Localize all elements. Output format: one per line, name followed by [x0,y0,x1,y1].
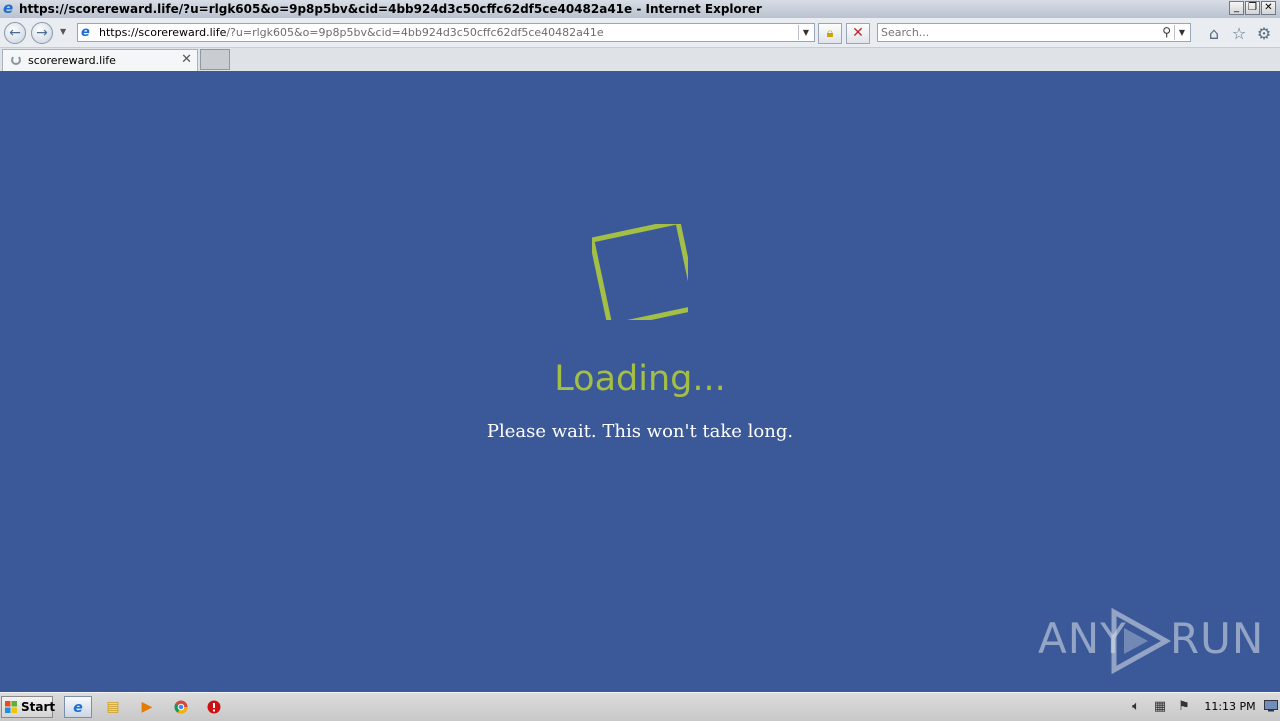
window-titlebar: e https://scorereward.life/?u=rlgk605&o=… [0,0,1280,18]
search-icon[interactable]: ⚲ [1162,25,1171,40]
chrome-icon[interactable] [167,696,195,718]
address-url[interactable]: https://scorereward.life/?u=rlgk605&o=9p… [99,26,604,39]
stop-icon[interactable]: ✕ [846,23,870,44]
start-button[interactable]: Start [1,696,56,718]
restore-icon[interactable]: ❐ [1245,1,1260,15]
forward-arrow-icon[interactable]: → [31,22,53,44]
search-box[interactable]: ⚲ ▼ [877,23,1191,42]
close-icon[interactable]: ✕ [1261,1,1276,15]
system-clock[interactable]: 11:13 PM [1200,700,1260,713]
address-dropdown-icon[interactable]: ▼ [798,25,813,40]
security-lock-icon[interactable]: 🔒︎ [818,23,842,44]
watermark-text-right: RUN [1170,614,1265,663]
tab-bar: scorereward.life ✕ [0,48,1280,72]
windows-logo-icon [5,701,17,713]
internet-explorer-icon: e [3,0,14,17]
tab-label: scorereward.life [28,54,116,67]
address-bar[interactable]: e https://scorereward.life/?u=rlgk605&o=… [77,23,815,42]
play-logo-icon [1111,608,1172,674]
action-center-flag-icon[interactable]: ⚑ [1175,698,1193,716]
anyrun-watermark: ANY RUN [1038,606,1263,676]
taskbar: Start e ▤ ▶ 🔈︎ ▦ ⚑ 11:13 PM [0,692,1280,721]
volume-icon[interactable]: 🔈︎ [1127,698,1145,716]
minimize-icon[interactable]: _ [1229,1,1244,15]
page-content: Loading... Please wait. This won't take … [0,71,1280,692]
tab-close-icon[interactable]: ✕ [181,52,192,67]
home-icon[interactable]: ⌂ [1204,24,1224,44]
network-icon[interactable]: ▦ [1151,698,1169,716]
new-tab-button[interactable] [200,49,230,70]
gear-icon[interactable]: ⚙ [1254,24,1274,44]
tab-scorereward[interactable]: scorereward.life ✕ [2,49,198,71]
site-favicon-icon: e [81,25,90,40]
back-arrow-icon[interactable]: ← [4,22,26,44]
window-title: https://scorereward.life/?u=rlgk605&o=9p… [19,2,762,16]
loading-square-icon [592,224,688,320]
start-label: Start [21,700,56,714]
show-desktop-icon[interactable] [1264,697,1278,715]
loading-heading: Loading... [554,359,726,399]
search-dropdown-icon[interactable]: ▼ [1174,25,1189,40]
internet-explorer-icon[interactable]: e [64,696,92,718]
stop-sign-icon[interactable] [200,696,228,718]
search-input[interactable] [881,25,1151,40]
loading-spinner-icon [11,55,21,65]
file-explorer-icon[interactable]: ▤ [99,696,127,718]
wait-message: Please wait. This won't take long. [486,421,794,442]
navigation-bar: ← → ▼ e https://scorereward.life/?u=rlgk… [0,18,1280,48]
media-player-icon[interactable]: ▶ [133,696,161,718]
history-dropdown-icon[interactable]: ▼ [60,27,66,36]
favorites-star-icon[interactable]: ☆ [1229,24,1249,44]
